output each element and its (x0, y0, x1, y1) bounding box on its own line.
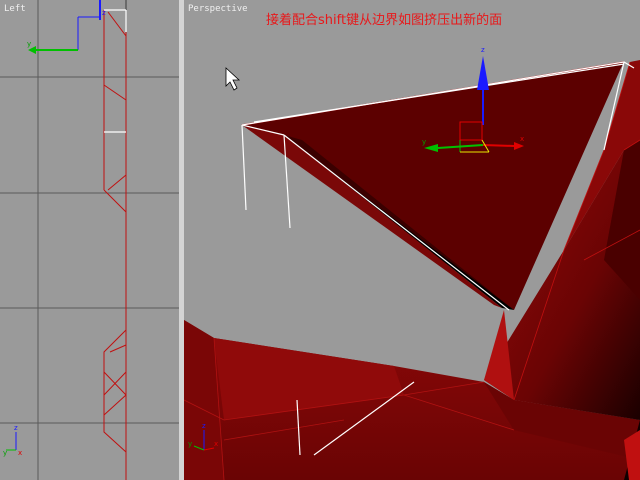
gizmo-x-label: x (520, 135, 524, 143)
perspective-viewport[interactable]: z y x z y x Perspective 接着配合shift键从边界如图挤… (184, 0, 640, 480)
perspective-viewport-canvas: z y x z y x (184, 46, 640, 480)
gizmo-y-label: y (422, 138, 426, 146)
left-viewport-canvas: y z z y x (0, 0, 179, 480)
svg-text:z: z (102, 9, 106, 17)
svg-text:z: z (14, 424, 18, 432)
left-selection (104, 9, 127, 133)
mouse-cursor (225, 67, 241, 91)
perspective-viewport-label[interactable]: Perspective (188, 4, 248, 14)
left-axis-tripod: z y x (3, 424, 22, 457)
left-viewport-label[interactable]: Left (4, 4, 26, 14)
svg-text:y: y (27, 40, 31, 48)
svg-text:y: y (3, 449, 7, 457)
left-grid (0, 0, 179, 480)
svg-text:z: z (202, 422, 206, 430)
svg-text:x: x (18, 449, 22, 457)
svg-text:y: y (188, 440, 192, 448)
gizmo-z-label: z (481, 46, 485, 54)
svg-text:x: x (214, 440, 218, 448)
left-wireframe (103, 10, 127, 480)
tutorial-caption: 接着配合shift键从边界如图挤压出新的面 (266, 13, 503, 28)
left-move-gizmo[interactable]: y z (27, 0, 106, 54)
left-viewport[interactable]: y z z y x Left (0, 0, 179, 480)
